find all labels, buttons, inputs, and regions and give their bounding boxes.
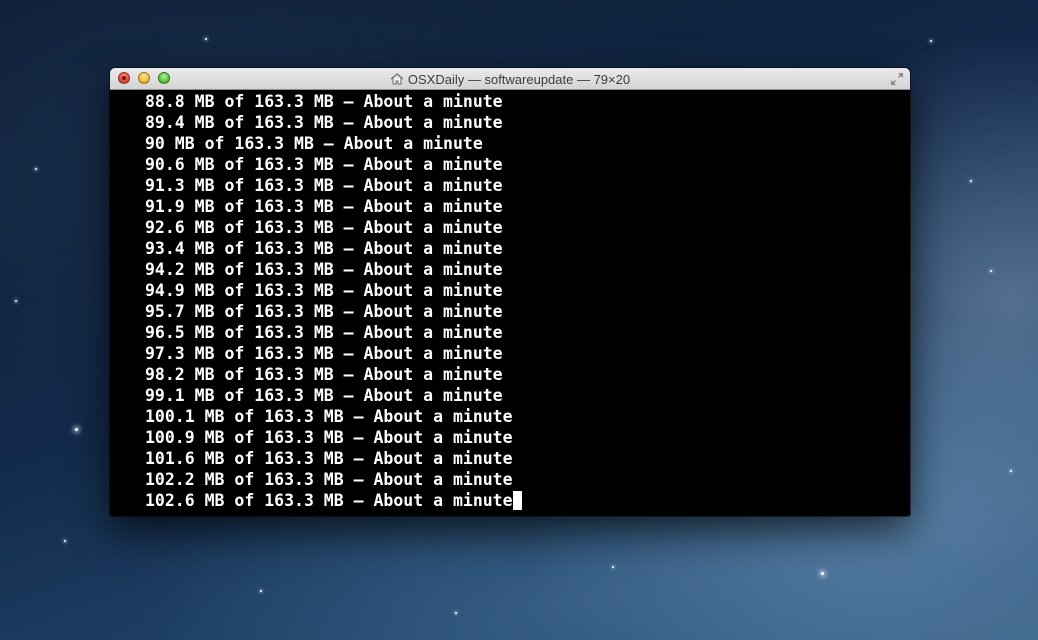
- text-cursor: [512, 491, 522, 510]
- star: [1010, 470, 1012, 472]
- star: [970, 180, 972, 182]
- terminal-line: 93.4 MB of 163.3 MB — About a minute: [145, 239, 503, 258]
- fullscreen-icon[interactable]: [890, 72, 904, 86]
- star: [990, 270, 992, 272]
- star: [821, 572, 824, 575]
- terminal-line: 102.2 MB of 163.3 MB — About a minute: [145, 470, 513, 489]
- terminal-window[interactable]: OSXDaily — softwareupdate — 79×20 88.8 M…: [110, 68, 910, 516]
- terminal-line: 95.7 MB of 163.3 MB — About a minute: [145, 302, 503, 321]
- terminal-line: 91.9 MB of 163.3 MB — About a minute: [145, 197, 503, 216]
- terminal-line: 90 MB of 163.3 MB — About a minute: [145, 134, 483, 153]
- home-icon: [390, 73, 404, 85]
- terminal-line: 101.6 MB of 163.3 MB — About a minute: [145, 449, 513, 468]
- terminal-line: 97.3 MB of 163.3 MB — About a minute: [145, 344, 503, 363]
- window-title-text: OSXDaily — softwareupdate — 79×20: [407, 71, 631, 87]
- terminal-line: 99.1 MB of 163.3 MB — About a minute: [145, 386, 503, 405]
- title-bar[interactable]: OSXDaily — softwareupdate — 79×20: [110, 68, 910, 90]
- terminal-line: 92.6 MB of 163.3 MB — About a minute: [145, 218, 503, 237]
- terminal-line: 91.3 MB of 163.3 MB — About a minute: [145, 176, 503, 195]
- star: [15, 300, 17, 302]
- terminal-line: 98.2 MB of 163.3 MB — About a minute: [145, 365, 503, 384]
- star: [75, 428, 78, 431]
- star: [205, 38, 207, 40]
- terminal-line: 94.2 MB of 163.3 MB — About a minute: [145, 260, 503, 279]
- star: [612, 566, 614, 568]
- terminal-line: 100.9 MB of 163.3 MB — About a minute: [145, 428, 513, 447]
- star: [35, 168, 37, 170]
- terminal-line: 88.8 MB of 163.3 MB — About a minute: [145, 92, 503, 111]
- terminal-line: 89.4 MB of 163.3 MB — About a minute: [145, 113, 503, 132]
- star: [260, 590, 262, 592]
- terminal-line-last: 102.6 MB of 163.3 MB — About a minute: [145, 490, 910, 511]
- terminal-line: 94.9 MB of 163.3 MB — About a minute: [145, 281, 503, 300]
- terminal-line: 90.6 MB of 163.3 MB — About a minute: [145, 155, 503, 174]
- terminal-output[interactable]: 88.8 MB of 163.3 MB — About a minute 89.…: [110, 90, 910, 516]
- star: [64, 540, 66, 542]
- terminal-line: 100.1 MB of 163.3 MB — About a minute: [145, 407, 513, 426]
- star: [455, 612, 457, 614]
- window-title: OSXDaily — softwareupdate — 79×20: [110, 68, 910, 90]
- star: [930, 40, 932, 42]
- terminal-line-text: 102.6 MB of 163.3 MB — About a minute: [145, 491, 513, 510]
- terminal-line: 96.5 MB of 163.3 MB — About a minute: [145, 323, 503, 342]
